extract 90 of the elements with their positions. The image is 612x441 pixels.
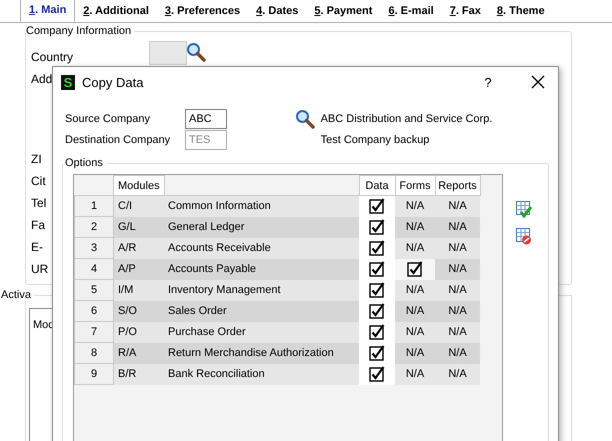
checkbox[interactable] (369, 219, 385, 235)
field-label: ZI (31, 152, 42, 166)
field-label: Tel (31, 196, 46, 210)
tab[interactable]: 1. Main (20, 0, 76, 22)
table-cell: N/A (435, 364, 480, 384)
group-title: Options (65, 157, 106, 169)
field-label: Source Company (65, 113, 151, 125)
column-header: Reports (435, 176, 480, 196)
tab[interactable]: 2. Additional (75, 0, 157, 22)
field-label: E- (31, 240, 43, 254)
table-cell: N/A (435, 258, 480, 280)
table-cell: Purchase Order (164, 322, 359, 342)
table-cell: N/A (395, 216, 435, 238)
input-field[interactable]: ABC (185, 109, 227, 129)
field-label: Cit (31, 174, 46, 188)
app-logo: S (61, 74, 75, 90)
table-cell: Accounts Receivable (164, 238, 359, 258)
table-cell: N/A (395, 364, 435, 384)
checkbox[interactable] (369, 345, 385, 361)
group-title: Company Information (26, 25, 134, 37)
table-cell: N/A (395, 238, 435, 258)
column-header: Forms (395, 176, 435, 196)
table-cell: N/A (395, 300, 435, 322)
row-number: 4 (74, 258, 114, 280)
checkbox[interactable] (369, 324, 385, 340)
company-name: ABC Distribution and Service Corp. (320, 113, 494, 125)
row-number: 6 (74, 300, 114, 322)
tab[interactable]: 6. E-mail (380, 0, 442, 22)
company-name: Test Company backup (320, 134, 430, 146)
field-label: UR (31, 262, 48, 276)
table-cell: I/M (114, 280, 164, 300)
row-number: 2 (74, 216, 114, 238)
table-cell: N/A (395, 280, 435, 300)
row-number: 7 (74, 322, 114, 342)
table-cell: Accounts Payable (164, 258, 359, 280)
table-cell: Common Information (164, 196, 359, 216)
table-cell: Bank Reconciliation (164, 364, 359, 384)
table-cell: P/O (114, 322, 164, 342)
group-title: Activa (1, 289, 34, 301)
help-button[interactable]: ? (468, 74, 508, 90)
checkbox[interactable] (369, 366, 385, 382)
table-cell: S/O (114, 300, 164, 322)
checkbox[interactable] (369, 303, 385, 319)
tab[interactable]: 7. Fax (442, 0, 489, 22)
table-cell: N/A (395, 322, 435, 342)
search-icon[interactable] (186, 42, 206, 62)
select-all-icon[interactable] (516, 201, 532, 218)
row-number: 5 (74, 280, 114, 300)
field-label: Country (31, 50, 74, 64)
table-cell: N/A (395, 196, 435, 216)
table-cell: N/A (435, 238, 480, 258)
table-cell: R/A (114, 342, 164, 364)
table-cell: A/P (114, 258, 164, 280)
tab[interactable]: 3. Preferences (156, 0, 248, 22)
table-cell: N/A (395, 342, 435, 364)
field-label: Destination Company (65, 134, 172, 146)
search-icon[interactable] (294, 109, 315, 129)
checkbox[interactable] (369, 198, 385, 214)
table-cell: N/A (435, 216, 480, 238)
table-cell: C/I (114, 196, 164, 216)
column-header: Modules (114, 176, 164, 196)
row-number: 1 (74, 196, 114, 216)
column-header: Data (359, 176, 395, 196)
checkbox[interactable] (369, 261, 385, 277)
checkbox[interactable] (369, 240, 385, 256)
clear-all-icon[interactable] (516, 228, 532, 245)
table-cell: N/A (435, 322, 480, 342)
dialog-title: Copy Data (82, 74, 144, 90)
table-cell: N/A (435, 300, 480, 322)
tab[interactable]: 5. Payment (306, 0, 380, 22)
table-cell: N/A (435, 280, 480, 300)
table-cell: Inventory Management (164, 280, 359, 300)
table-cell: Return Merchandise Authorization (164, 342, 359, 364)
tab[interactable]: 4. Dates (248, 0, 306, 22)
table-cell: A/R (114, 238, 164, 258)
row-number: 9 (74, 364, 114, 384)
table-cell: Sales Order (164, 300, 359, 322)
field-label: Fa (31, 218, 46, 232)
input-field[interactable] (149, 41, 187, 65)
field-label: Add (31, 72, 52, 86)
table-cell: B/R (114, 364, 164, 384)
row-number: 3 (74, 238, 114, 258)
tab[interactable]: 8. Theme (488, 0, 553, 22)
table-cell: N/A (435, 196, 480, 216)
table-cell: G/L (114, 216, 164, 238)
checkbox[interactable] (369, 282, 385, 298)
table-cell: General Ledger (164, 216, 359, 238)
row-number: 8 (74, 342, 114, 364)
table-cell: N/A (435, 342, 480, 364)
checkbox[interactable] (407, 261, 423, 277)
